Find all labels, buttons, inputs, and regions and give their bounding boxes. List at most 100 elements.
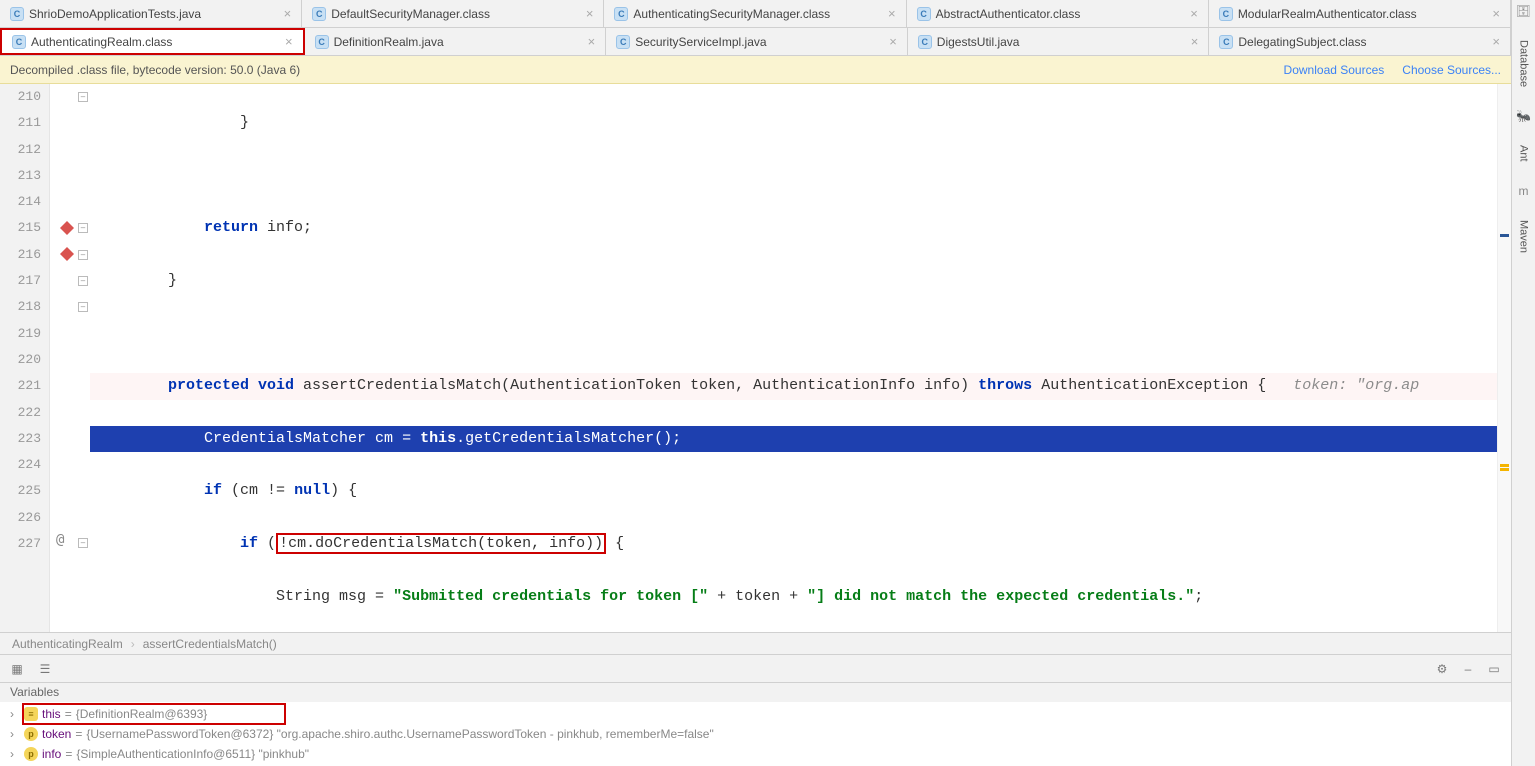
close-icon[interactable]: × [1492,34,1500,49]
bookmark-icon[interactable] [60,247,74,261]
variable-row[interactable]: › ≡ this = {DefinitionRealm@6393} [0,704,1511,724]
line-number: 217 [0,268,41,294]
line-number: 210 [0,84,41,110]
class-icon: C [918,35,932,49]
editor-scrollbar[interactable] [1497,84,1511,632]
decompiled-notice: Decompiled .class file, bytecode version… [0,56,1511,84]
variable-row[interactable]: › p info = {SimpleAuthenticationInfo@651… [0,744,1511,764]
close-icon[interactable]: × [888,6,896,21]
code-text: if [204,482,222,499]
line-number: 226 [0,505,41,531]
tab-deleg-subj[interactable]: CDelegatingSubject.class× [1209,28,1511,55]
expand-icon[interactable]: › [10,747,20,761]
tab-auth-realm[interactable]: C AuthenticatingRealm.class × [0,28,305,55]
breadcrumb-class[interactable]: AuthenticatingRealm [12,637,123,651]
table-view-icon[interactable]: ▦ [8,660,26,678]
ant-icon: 🐜 [1516,109,1531,123]
fold-handle[interactable]: – [78,276,88,286]
variable-row[interactable]: › p token = {UsernamePasswordToken@6372}… [0,724,1511,744]
variable-value: {UsernamePasswordToken@6372} "org.apache… [86,727,713,741]
fold-handle[interactable]: – [78,302,88,312]
right-tool-strip: 🗄 Database 🐜 Ant m Maven [1511,0,1535,766]
panel-title: Variables [10,685,59,699]
code-text: "] did not match the expected credential… [807,588,1194,605]
bookmark-icon[interactable] [60,221,74,235]
fold-handle[interactable]: – [78,92,88,102]
close-icon[interactable]: × [1191,34,1199,49]
breadcrumb-method[interactable]: assertCredentialsMatch() [143,637,277,651]
close-icon[interactable]: × [285,34,293,49]
choose-sources-link[interactable]: Choose Sources... [1402,63,1501,77]
code-text: info; [258,219,312,236]
minimize-icon[interactable]: – [1459,660,1477,678]
line-number: 218 [0,294,41,320]
tab-sec-svc[interactable]: CSecurityServiceImpl.java× [606,28,908,55]
param-icon: p [24,747,38,761]
param-icon: p [24,727,38,741]
fold-handle[interactable]: – [78,223,88,233]
scroll-mark [1500,468,1509,471]
line-gutter: 210 211 212 213 214 215 216 217 218 219 … [0,84,50,632]
close-icon[interactable]: × [889,34,897,49]
code-text: ) { [330,482,357,499]
expand-icon[interactable]: › [10,707,20,721]
override-icon[interactable]: @ [56,532,70,546]
download-sources-link[interactable]: Download Sources [1284,63,1385,77]
variable-name: this [42,707,61,721]
code-text: ; [1194,588,1203,605]
tab-def-realm[interactable]: CDefinitionRealm.java× [305,28,607,55]
class-icon: C [315,35,329,49]
tab-shrio-demo[interactable]: CShrioDemoApplicationTests.java× [0,0,302,27]
tab-digests[interactable]: C DigestsUtil.java × [908,28,1210,55]
tab-label: SecurityServiceImpl.java [635,35,766,49]
code-area[interactable]: } return info; } protected void assertCr… [90,84,1497,632]
tab-label: AuthenticatingRealm.class [31,35,172,49]
line-number: 215 [0,215,41,241]
fold-handle[interactable]: – [78,250,88,260]
restore-icon[interactable]: ▭ [1485,660,1503,678]
expand-icon[interactable]: › [10,727,20,741]
tree-view-icon[interactable]: ☰ [36,660,54,678]
maven-icon: m [1519,184,1529,198]
line-number: 223 [0,426,41,452]
class-icon: C [12,35,26,49]
variable-eq: = [65,707,72,721]
tab-abstract-auth[interactable]: CAbstractAuthenticator.class× [907,0,1209,27]
fold-handle[interactable]: – [78,538,88,548]
variables-panel-title: Variables [0,682,1511,702]
tab-mod-realm-auth[interactable]: CModularRealmAuthenticator.class× [1209,0,1511,27]
code-text: } [96,114,249,131]
close-icon[interactable]: × [588,34,596,49]
database-tool-button[interactable]: Database [1516,36,1532,91]
code-text: CredentialsMatcher cm = [204,430,420,447]
code-text: this [420,430,456,447]
tabs-row-1: CShrioDemoApplicationTests.java× CDefaul… [0,0,1511,28]
notice-text: Decompiled .class file, bytecode version… [10,63,300,77]
line-number: 225 [0,478,41,504]
line-number: 224 [0,452,41,478]
scroll-mark [1500,464,1509,467]
variable-value: {SimpleAuthenticationInfo@6511} "pinkhub… [76,747,309,761]
gear-icon[interactable]: ⚙ [1433,660,1451,678]
code-text: protected void [168,377,294,394]
code-text: throws [978,377,1032,394]
line-number: 214 [0,189,41,215]
code-editor[interactable]: 210 211 212 213 214 215 216 217 218 219 … [0,84,1511,632]
close-icon[interactable]: × [586,6,594,21]
breadcrumb: AuthenticatingRealm › assertCredentialsM… [0,632,1511,654]
close-icon[interactable]: × [1190,6,1198,21]
maven-tool-button[interactable]: Maven [1516,216,1532,257]
tab-auth-sec-mgr[interactable]: CAuthenticatingSecurityManager.class× [604,0,906,27]
tab-default-sec-mgr[interactable]: CDefaultSecurityManager.class× [302,0,604,27]
tab-label: DigestsUtil.java [937,35,1020,49]
close-icon[interactable]: × [1492,6,1500,21]
gutter-marks: – – – – – – @ [50,84,90,632]
ant-tool-button[interactable]: Ant [1516,141,1532,166]
tab-label: AbstractAuthenticator.class [936,7,1081,21]
code-text: if [240,535,258,552]
class-icon: C [1219,7,1233,21]
close-icon[interactable]: × [284,6,292,21]
scroll-mark [1500,234,1509,237]
code-text: (cm != [222,482,294,499]
line-number: 227 [0,531,41,557]
